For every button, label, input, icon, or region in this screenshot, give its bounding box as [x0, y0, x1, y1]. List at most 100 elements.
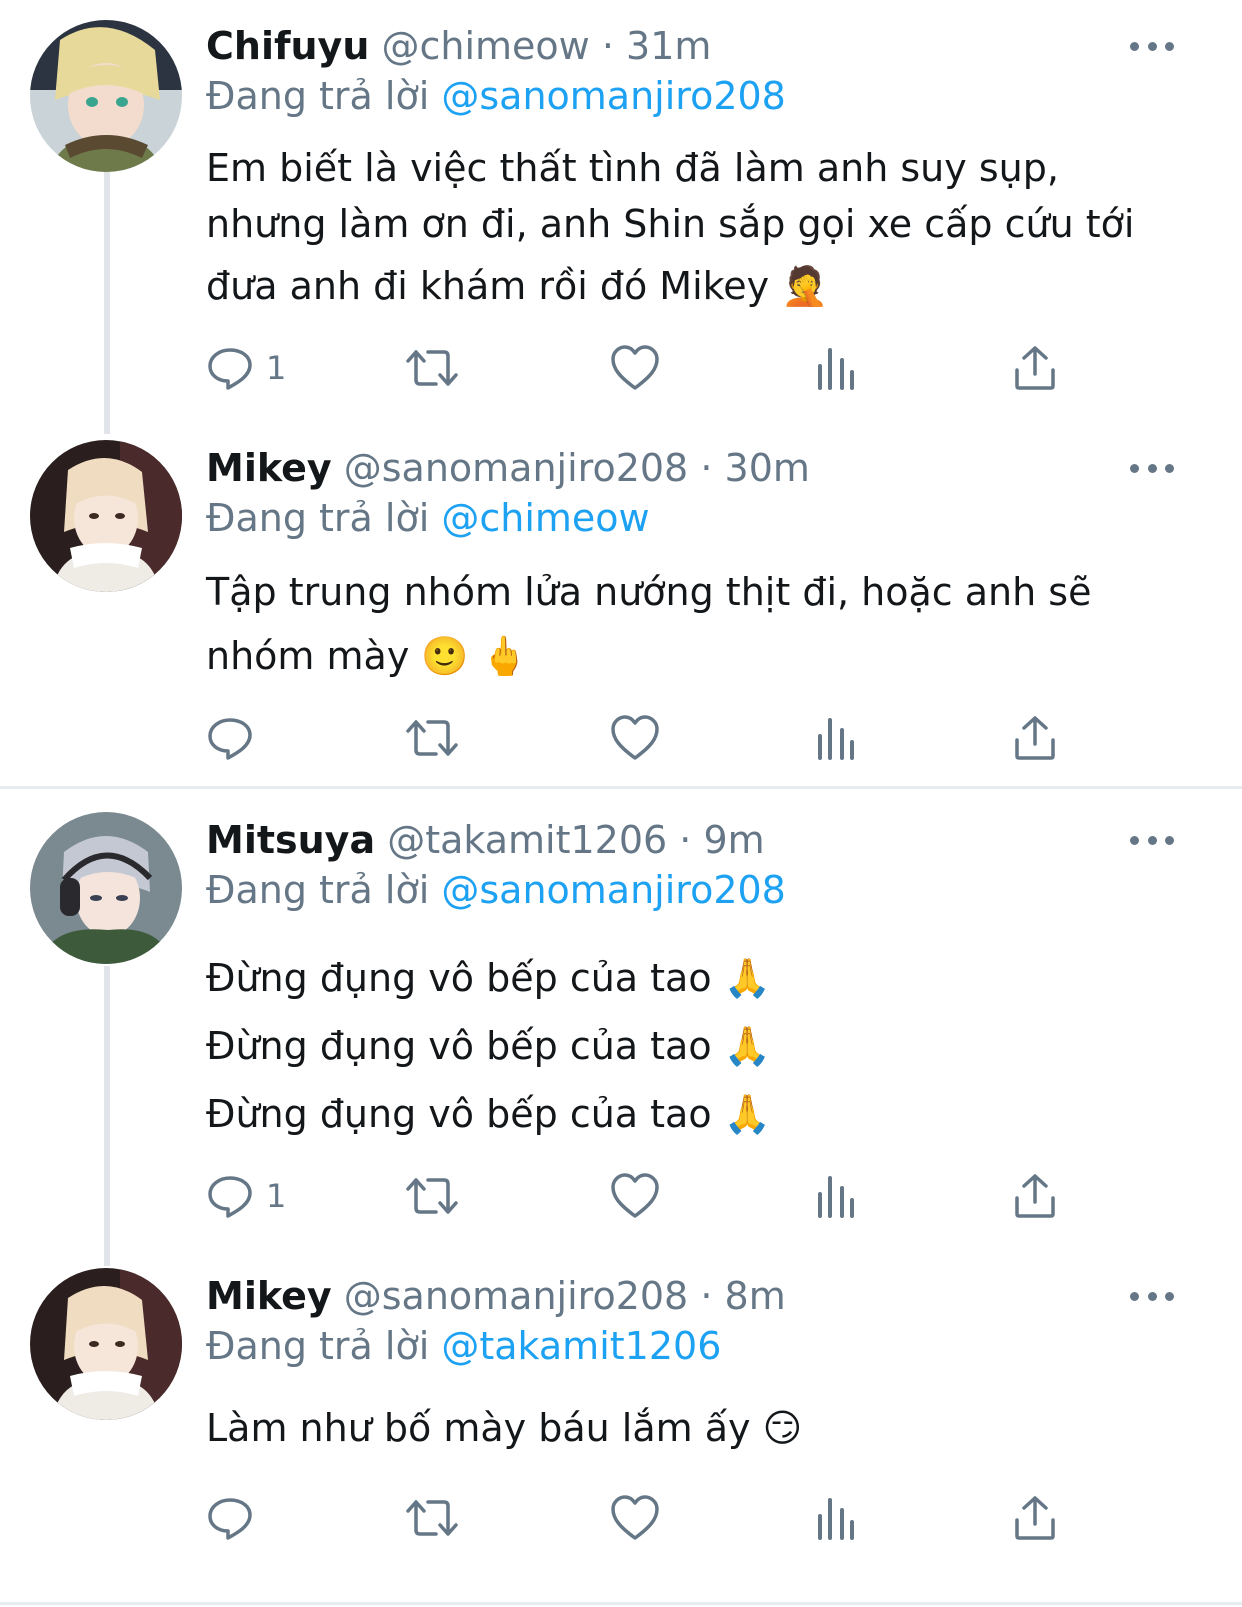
retweet-button[interactable] [404, 1166, 460, 1226]
reply-button[interactable]: 1 [206, 1166, 286, 1226]
avatar[interactable] [30, 440, 182, 592]
display-name[interactable]: Mikey [206, 1274, 332, 1318]
tweet-line: Làm như bố mày báu lắm ấy 😏 [206, 1406, 803, 1450]
analytics-button[interactable] [816, 338, 856, 398]
share-button[interactable] [1012, 338, 1058, 398]
timestamp[interactable]: 31m [626, 24, 711, 68]
tweet-line: Em biết là việc thất tình đã làm anh suy… [206, 146, 1059, 190]
share-button[interactable] [1012, 1166, 1058, 1226]
reply-prefix: Đang trả lời [206, 1324, 430, 1368]
like-icon [611, 1173, 659, 1218]
thread-divider [0, 786, 1242, 789]
reply-button[interactable] [206, 708, 266, 768]
mention-link[interactable]: @takamit1206 [441, 1324, 721, 1368]
retweet-icon [406, 720, 458, 756]
more-options-icon[interactable] [1130, 1286, 1174, 1306]
tweet-actions [206, 1488, 1086, 1548]
reply-button[interactable] [206, 1488, 266, 1548]
separator-dot: · [700, 446, 713, 490]
more-options-icon[interactable] [1130, 830, 1174, 850]
share-icon [1015, 346, 1055, 390]
like-button[interactable] [610, 708, 660, 768]
timestamp[interactable]: 8m [725, 1274, 786, 1318]
share-icon [1015, 716, 1055, 760]
share-icon [1015, 1174, 1055, 1218]
analytics-icon [818, 348, 854, 390]
reply-context: Đang trả lời @sanomanjiro208 [206, 868, 786, 912]
tweet-text: Làm như bố mày báu lắm ấy 😏 [206, 1398, 802, 1458]
analytics-button[interactable] [816, 1166, 856, 1226]
like-button[interactable] [610, 1166, 660, 1226]
user-handle[interactable]: @takamit1206 [387, 818, 667, 862]
avatar[interactable] [30, 1268, 182, 1420]
reply-icon [208, 718, 252, 760]
more-options-icon[interactable] [1130, 36, 1174, 56]
retweet-button[interactable] [404, 1488, 460, 1548]
tweet-line: nhóm mày 🙂 🖕 [206, 634, 529, 678]
separator-dot: · [601, 24, 614, 68]
timestamp[interactable]: 30m [725, 446, 810, 490]
like-button[interactable] [610, 1488, 660, 1548]
avatar[interactable] [30, 20, 182, 172]
tweet-line: nhưng làm ơn đi, anh Shin sắp gọi xe cấp… [206, 202, 1135, 246]
avatar[interactable] [30, 812, 182, 964]
tweet-line: Đừng đụng vô bếp của tao 🙏 [206, 1024, 771, 1068]
tweet-line: Đừng đụng vô bếp của tao 🙏 [206, 956, 771, 1000]
separator-dot: · [679, 818, 692, 862]
reply-context: Đang trả lời @sanomanjiro208 [206, 74, 786, 118]
tweet-text: Tập trung nhóm lửa nướng thịt đi, hoặc a… [206, 560, 1091, 688]
more-options-icon[interactable] [1130, 458, 1174, 478]
separator-dot: · [700, 1274, 713, 1318]
tweet-actions [206, 708, 1086, 768]
thread-connector [104, 172, 110, 434]
tweet-actions: 1 [206, 1166, 1086, 1226]
share-button[interactable] [1012, 708, 1058, 768]
retweet-icon [406, 1500, 458, 1536]
tweet-header: Mikey @sanomanjiro208 · 30m [206, 446, 810, 490]
mention-link[interactable]: @sanomanjiro208 [441, 868, 786, 912]
reply-icon [208, 1498, 252, 1540]
tweet-header: Chifuyu @chimeow · 31m [206, 24, 711, 68]
retweet-icon [406, 1178, 458, 1214]
tweet-line: Đừng đụng vô bếp của tao 🙏 [206, 1092, 771, 1136]
user-handle[interactable]: @sanomanjiro208 [344, 1274, 689, 1318]
tweet-actions: 1 [206, 338, 1086, 398]
reply-icon [208, 348, 252, 390]
like-button[interactable] [610, 338, 660, 398]
reply-context: Đang trả lời @takamit1206 [206, 1324, 721, 1368]
analytics-icon [818, 1176, 854, 1218]
display-name[interactable]: Mikey [206, 446, 332, 490]
retweet-icon [406, 350, 458, 386]
display-name[interactable]: Mitsuya [206, 818, 375, 862]
reply-prefix: Đang trả lời [206, 74, 430, 118]
analytics-icon [818, 718, 854, 760]
reply-prefix: Đang trả lời [206, 496, 430, 540]
like-icon [611, 1495, 659, 1540]
timestamp[interactable]: 9m [703, 818, 764, 862]
mention-link[interactable]: @sanomanjiro208 [441, 74, 786, 118]
reply-icon [208, 1176, 252, 1218]
tweet-header: Mikey @sanomanjiro208 · 8m [206, 1274, 786, 1318]
user-handle[interactable]: @sanomanjiro208 [344, 446, 689, 490]
tweet-line: đưa anh đi khám rồi đó Mikey 🤦 [206, 264, 829, 308]
like-icon [611, 345, 659, 390]
analytics-icon [818, 1498, 854, 1540]
tweet-text: Em biết là việc thất tình đã làm anh suy… [206, 140, 1134, 314]
thread-connector [104, 966, 110, 1266]
reply-context: Đang trả lời @chimeow [206, 496, 650, 540]
like-icon [611, 715, 659, 760]
display-name[interactable]: Chifuyu [206, 24, 369, 68]
share-button[interactable] [1012, 1488, 1058, 1548]
user-handle[interactable]: @chimeow [381, 24, 589, 68]
analytics-button[interactable] [816, 708, 856, 768]
retweet-button[interactable] [404, 338, 460, 398]
share-icon [1015, 1496, 1055, 1540]
bottom-divider [0, 1602, 1242, 1605]
reply-count: 1 [266, 1177, 287, 1215]
reply-count: 1 [266, 349, 287, 387]
reply-prefix: Đang trả lời [206, 868, 430, 912]
mention-link[interactable]: @chimeow [441, 496, 649, 540]
reply-button[interactable]: 1 [206, 338, 286, 398]
analytics-button[interactable] [816, 1488, 856, 1548]
retweet-button[interactable] [404, 708, 460, 768]
